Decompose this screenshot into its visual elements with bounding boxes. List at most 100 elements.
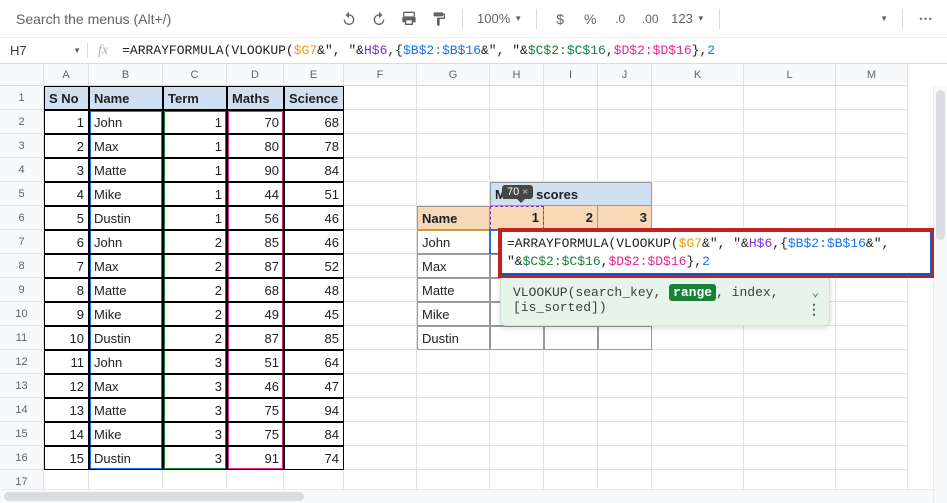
cell[interactable]: 74 xyxy=(284,446,344,470)
cell[interactable]: 3 xyxy=(598,206,652,230)
cell[interactable] xyxy=(652,398,744,422)
cell[interactable] xyxy=(344,230,417,254)
cell[interactable]: 45 xyxy=(284,302,344,326)
cell[interactable]: 68 xyxy=(284,110,344,134)
cell[interactable]: Matte xyxy=(89,278,163,302)
cell[interactable]: Matte xyxy=(89,158,163,182)
cell[interactable]: 47 xyxy=(284,374,344,398)
menu-search[interactable]: Search the menus (Alt+/) xyxy=(8,7,288,31)
row-header-8[interactable]: 8 xyxy=(0,254,44,278)
cell[interactable]: 14 xyxy=(44,422,89,446)
cell[interactable] xyxy=(744,158,836,182)
cell[interactable]: 91 xyxy=(227,446,284,470)
cell[interactable] xyxy=(836,326,908,350)
cell[interactable]: 7 xyxy=(44,254,89,278)
cell[interactable] xyxy=(344,86,417,110)
cell[interactable]: Name xyxy=(89,86,163,110)
cell[interactable]: 2 xyxy=(44,134,89,158)
cell[interactable] xyxy=(344,278,417,302)
cell[interactable]: Dustin xyxy=(89,206,163,230)
cell[interactable] xyxy=(598,422,652,446)
col-header-e[interactable]: E xyxy=(284,64,344,86)
row-header-7[interactable]: 7 xyxy=(0,230,44,254)
cell[interactable]: 2 xyxy=(163,326,227,350)
row-header-10[interactable]: 10 xyxy=(0,302,44,326)
cell[interactable]: John xyxy=(89,230,163,254)
cell[interactable]: Max xyxy=(417,254,490,278)
cell[interactable]: Max xyxy=(89,134,163,158)
vertical-scrollbar[interactable] xyxy=(933,86,947,503)
cell[interactable] xyxy=(598,446,652,470)
cell[interactable] xyxy=(490,86,544,110)
cell[interactable] xyxy=(490,422,544,446)
cell[interactable]: 3 xyxy=(44,158,89,182)
col-header-h[interactable]: H xyxy=(490,64,544,86)
row-header-11[interactable]: 11 xyxy=(0,326,44,350)
sheet[interactable]: ABCDEFGHIJKLM 1234567891011121314151617 … xyxy=(0,64,947,503)
cell[interactable]: 75 xyxy=(227,398,284,422)
cell[interactable]: 85 xyxy=(227,230,284,254)
cell[interactable]: 1 xyxy=(163,110,227,134)
cell[interactable]: John xyxy=(417,230,490,254)
number-format-dropdown[interactable]: 123▼ xyxy=(667,11,709,26)
cell[interactable] xyxy=(544,110,598,134)
cell[interactable] xyxy=(744,422,836,446)
cell[interactable] xyxy=(652,86,744,110)
row-header-16[interactable]: 16 xyxy=(0,446,44,470)
cell[interactable] xyxy=(544,86,598,110)
cell[interactable] xyxy=(744,326,836,350)
cell[interactable] xyxy=(344,182,417,206)
cell[interactable]: 8 xyxy=(44,278,89,302)
cell[interactable] xyxy=(417,446,490,470)
cell[interactable]: Dustin xyxy=(417,326,490,350)
col-header-g[interactable]: G xyxy=(417,64,490,86)
cell[interactable]: 2 xyxy=(544,206,598,230)
percent-icon[interactable]: % xyxy=(577,6,603,32)
cell[interactable]: John xyxy=(89,110,163,134)
row-header-13[interactable]: 13 xyxy=(0,374,44,398)
paint-format-icon[interactable] xyxy=(426,6,452,32)
decrease-decimal-icon[interactable]: .0 xyxy=(607,6,633,32)
currency-icon[interactable]: $ xyxy=(547,6,573,32)
cell[interactable] xyxy=(344,134,417,158)
cell[interactable] xyxy=(652,446,744,470)
cell[interactable] xyxy=(344,206,417,230)
cell[interactable] xyxy=(417,134,490,158)
cell[interactable] xyxy=(544,158,598,182)
cell[interactable]: Max xyxy=(89,374,163,398)
cell[interactable]: 51 xyxy=(227,350,284,374)
cell[interactable] xyxy=(836,302,908,326)
cell[interactable]: 3 xyxy=(163,374,227,398)
cell[interactable] xyxy=(598,398,652,422)
cell[interactable]: 70 xyxy=(227,110,284,134)
cell[interactable]: 3 xyxy=(163,422,227,446)
formula-edit-overlay[interactable]: =ARRAYFORMULA(VLOOKUP($G7&", "&H$6,{$B$2… xyxy=(498,228,934,278)
row-headers[interactable]: 1234567891011121314151617 xyxy=(0,86,44,494)
chevron-down-icon[interactable]: ⌄ xyxy=(812,285,819,300)
row-header-9[interactable]: 9 xyxy=(0,278,44,302)
cell[interactable]: 85 xyxy=(284,326,344,350)
cell[interactable] xyxy=(544,134,598,158)
cell[interactable]: 1 xyxy=(163,134,227,158)
cell[interactable] xyxy=(490,134,544,158)
col-header-a[interactable]: A xyxy=(44,64,89,86)
cell[interactable] xyxy=(836,158,908,182)
row-header-5[interactable]: 5 xyxy=(0,182,44,206)
cell[interactable]: 64 xyxy=(284,350,344,374)
name-box[interactable]: H7▼ xyxy=(0,43,88,58)
col-header-l[interactable]: L xyxy=(744,64,836,86)
cell[interactable] xyxy=(344,158,417,182)
cell[interactable] xyxy=(417,86,490,110)
cell[interactable] xyxy=(652,110,744,134)
cell[interactable] xyxy=(417,422,490,446)
cell[interactable] xyxy=(344,254,417,278)
cell[interactable]: 78 xyxy=(284,134,344,158)
cell[interactable] xyxy=(652,374,744,398)
cell[interactable] xyxy=(744,110,836,134)
cell[interactable]: John xyxy=(89,350,163,374)
cell[interactable] xyxy=(744,446,836,470)
cell[interactable] xyxy=(652,326,744,350)
cell[interactable] xyxy=(490,398,544,422)
more-options-icon[interactable]: ⋮ xyxy=(807,302,821,319)
cell[interactable] xyxy=(744,350,836,374)
